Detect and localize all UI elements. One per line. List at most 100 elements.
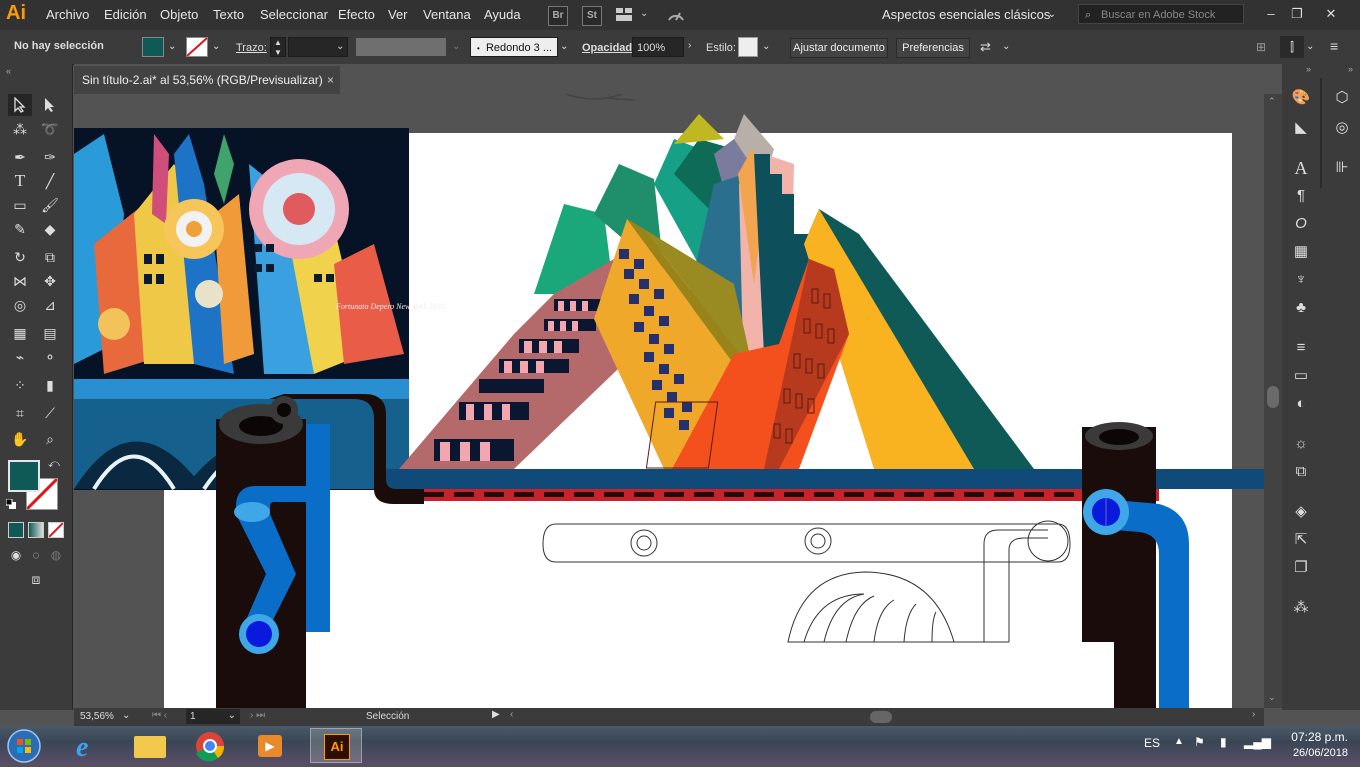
perspective-grid-tool-icon[interactable]: ⊿ <box>38 294 62 316</box>
symbols-panel-icon[interactable]: ♣ <box>1289 296 1313 320</box>
arrange-icon[interactable]: ⇄ <box>980 39 991 55</box>
selection-tool-icon[interactable] <box>8 94 32 116</box>
close-tab-icon[interactable]: × <box>327 66 334 94</box>
hand-tool-icon[interactable]: ✋ <box>8 428 32 450</box>
collapse-icon[interactable]: » <box>1348 64 1353 74</box>
gradient-mode-button[interactable] <box>28 522 44 538</box>
restore-button[interactable]: ❐ <box>1286 4 1308 24</box>
shaper-tool-icon[interactable]: ✎ <box>8 218 32 240</box>
line-tool-icon[interactable]: ╱ <box>38 170 62 192</box>
stroke-weight-stepper[interactable]: ▲ ▼ <box>270 37 286 57</box>
minimize-button[interactable]: – <box>1260 4 1282 24</box>
network-icon[interactable]: ▂▄▆ <box>1244 735 1271 749</box>
swatches-panel-icon[interactable]: ▦ <box>1289 240 1313 264</box>
rectangle-tool-icon[interactable]: ▭ <box>8 194 32 216</box>
pen-tool-icon[interactable]: ✒ <box>8 146 32 168</box>
screen-mode-icon[interactable]: ⧈ <box>24 568 48 590</box>
fit-document-button[interactable]: Ajustar documento <box>790 38 888 58</box>
stroke-none-swatch[interactable] <box>186 37 208 57</box>
chevron-down-icon[interactable]: ⌄ <box>336 41 344 52</box>
none-mode-button[interactable] <box>48 522 64 538</box>
clock-date[interactable]: 26/06/2018 <box>1293 747 1348 759</box>
chevron-right-icon[interactable]: › <box>688 40 691 51</box>
grid-icon[interactable]: ⊞ <box>1256 40 1266 54</box>
eyedropper-tool-icon[interactable]: ⌁ <box>8 346 32 368</box>
fill-color-box[interactable] <box>8 460 40 492</box>
libraries-panel-icon[interactable]: ⬡ <box>1330 86 1354 110</box>
vertical-scrollbar[interactable]: ⌃ ⌄ <box>1264 94 1282 708</box>
rotate-tool-icon[interactable]: ↻ <box>8 246 32 268</box>
artboard-number-field[interactable]: 1 ⌄ <box>186 709 240 724</box>
stock-button[interactable]: St <box>582 6 602 26</box>
magic-wand-panel-icon[interactable]: ⁂ <box>1289 596 1313 620</box>
cc-libraries-icon[interactable]: ◎ <box>1330 116 1354 140</box>
collapse-icon[interactable]: » <box>1306 64 1311 74</box>
menu-texto[interactable]: Texto <box>213 7 244 22</box>
mesh-tool-icon[interactable]: ▦ <box>8 322 32 344</box>
column-graph-tool-icon[interactable]: ▮ <box>38 374 62 396</box>
illustrator-taskbar-button[interactable]: Ai <box>310 728 362 763</box>
puppet-warp-tool-icon[interactable]: ✥ <box>38 270 62 292</box>
default-colors-icon[interactable] <box>5 498 16 509</box>
menu-archivo[interactable]: Archivo <box>46 7 89 22</box>
menu-efecto[interactable]: Efecto <box>338 7 375 22</box>
gradient-panel-icon[interactable]: ▭ <box>1289 364 1313 388</box>
fill-swatch[interactable] <box>142 37 164 57</box>
chrome-icon[interactable] <box>184 728 236 763</box>
document-tab[interactable]: Sin título-2.ai* al 53,56% (RGB/Previsua… <box>74 66 340 94</box>
chevron-down-icon[interactable]: ⌄ <box>1306 41 1314 52</box>
gradient-tool-icon[interactable]: ▤ <box>38 322 62 344</box>
workspace-switcher[interactable]: Aspectos esenciales clásicos ⌄ <box>882 3 1064 27</box>
swap-fill-stroke-icon[interactable]: ⤺ <box>48 458 60 471</box>
first-artboard-icon[interactable]: ⏮ ‹ <box>152 710 167 721</box>
chevron-down-icon[interactable]: ⌄ <box>640 8 648 19</box>
menu-objeto[interactable]: Objeto <box>160 7 198 22</box>
menu-ventana[interactable]: Ventana <box>423 7 471 22</box>
shape-builder-tool-icon[interactable]: ◎ <box>8 294 32 316</box>
width-tool-icon[interactable]: ⋈ <box>8 270 32 292</box>
file-explorer-icon[interactable] <box>124 728 176 763</box>
variable-width-profile[interactable] <box>356 38 446 56</box>
scroll-up-icon[interactable]: ⌃ <box>1268 96 1276 107</box>
menu-lines-icon[interactable]: ≡ <box>1330 38 1338 54</box>
bridge-button[interactable]: Br <box>548 6 568 26</box>
clock-time[interactable]: 07:28 p.m. <box>1291 730 1348 744</box>
export-panel-icon[interactable]: ⇱ <box>1289 528 1313 552</box>
battery-icon[interactable]: ▮ <box>1220 735 1227 749</box>
direct-selection-tool-icon[interactable] <box>38 94 62 116</box>
stroke-label[interactable]: Trazo: <box>236 42 267 54</box>
menu-ayuda[interactable]: Ayuda <box>484 7 521 22</box>
paragraph-panel-icon[interactable]: ¶ <box>1289 184 1313 208</box>
scroll-right-icon[interactable]: › <box>1252 709 1255 720</box>
artboard-tool-icon[interactable]: ⌗ <box>8 402 32 424</box>
collapse-icon[interactable]: « <box>6 66 11 76</box>
chevron-down-icon[interactable]: ⌄ <box>212 41 220 52</box>
align-panel-icon[interactable]: ⊪ <box>1330 156 1354 180</box>
layers-panel-icon[interactable]: ◈ <box>1289 500 1313 524</box>
graphic-style-swatch[interactable] <box>738 37 758 57</box>
transparency-panel-icon[interactable]: ◐ <box>1289 392 1313 416</box>
chevron-down-icon[interactable]: ⌄ <box>762 41 770 52</box>
gpu-performance-icon[interactable] <box>666 6 686 24</box>
menu-seleccionar[interactable]: Seleccionar <box>260 7 328 22</box>
preferences-button[interactable]: Preferencias <box>896 38 970 58</box>
chevron-down-icon[interactable]: ⌄ <box>1002 41 1010 52</box>
draw-inside-icon[interactable]: ◍ <box>44 544 68 566</box>
next-artboard-icon[interactable]: › ⏭ <box>250 710 265 721</box>
menu-edicion[interactable]: Edición <box>104 7 147 22</box>
symbol-sprayer-tool-icon[interactable]: ⁘ <box>8 374 32 396</box>
character-panel-icon[interactable]: A <box>1289 156 1313 180</box>
opacity-label[interactable]: Opacidad: <box>582 42 636 54</box>
eraser-tool-icon[interactable]: ◆ <box>38 218 62 240</box>
menu-ver[interactable]: Ver <box>388 7 408 22</box>
start-button[interactable] <box>4 728 44 764</box>
paintbrush-tool-icon[interactable]: 🖌 <box>38 194 62 216</box>
chevron-down-icon[interactable]: ⌄ <box>168 41 176 52</box>
type-tool-icon[interactable]: T <box>8 170 32 192</box>
scroll-thumb[interactable] <box>1267 386 1279 408</box>
close-window-button[interactable]: ✕ <box>1320 4 1342 24</box>
lasso-tool-icon[interactable]: ➰ <box>38 118 62 140</box>
show-hidden-icons[interactable]: ▲ <box>1174 736 1184 747</box>
media-player-icon[interactable]: ▶ <box>244 728 296 763</box>
appearance-panel-icon[interactable]: ☼ <box>1289 432 1313 456</box>
